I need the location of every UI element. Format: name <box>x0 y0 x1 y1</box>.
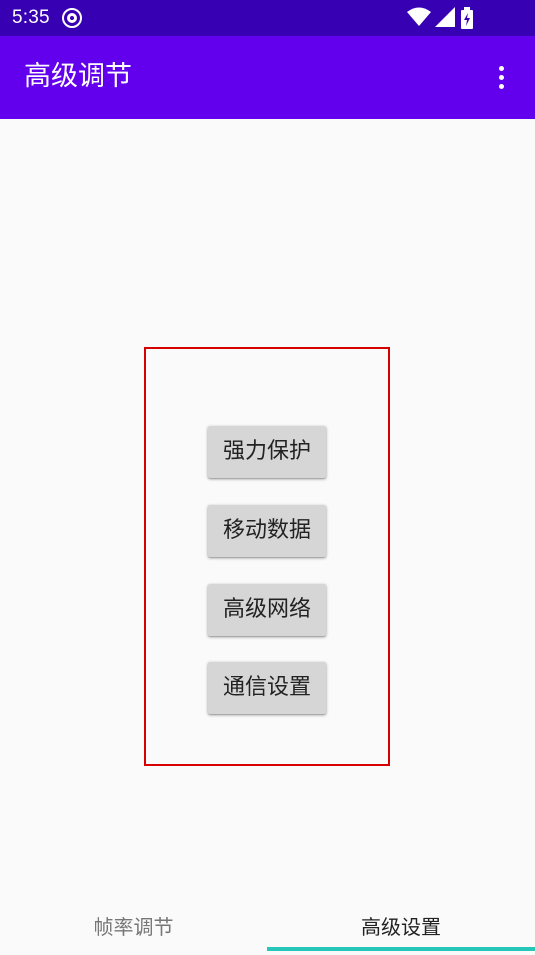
page-title: 高级调节 <box>24 61 132 92</box>
tab-indicator <box>267 947 535 951</box>
bottom-tab-bar: 帧率调节 高级设置 <box>0 899 535 951</box>
advanced-network-button[interactable]: 高级网络 <box>208 584 326 636</box>
shield-icon <box>61 7 83 29</box>
app-bar: 高级调节 <box>0 36 535 119</box>
more-vert-icon[interactable] <box>483 60 519 96</box>
communication-settings-button[interactable]: 通信设置 <box>208 662 326 714</box>
mobile-data-button[interactable]: 移动数据 <box>208 505 326 557</box>
main-content: 强力保护 移动数据 高级网络 通信设置 <box>0 119 535 899</box>
strong-protection-button[interactable]: 强力保护 <box>208 426 326 478</box>
tab-advanced-settings[interactable]: 高级设置 <box>267 899 535 951</box>
wifi-icon <box>407 7 431 26</box>
status-bar: 5:35 <box>0 0 535 36</box>
signal-icon <box>435 7 455 27</box>
status-time: 5:35 <box>12 7 50 28</box>
tab-frame-rate[interactable]: 帧率调节 <box>0 899 267 951</box>
battery-charging-icon <box>461 7 473 29</box>
